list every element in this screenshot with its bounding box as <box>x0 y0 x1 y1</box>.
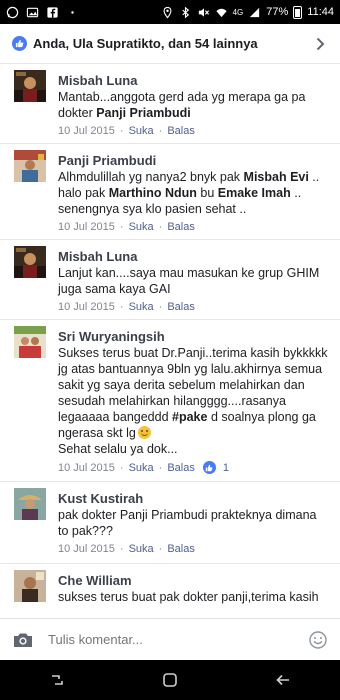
emoji-picker-icon[interactable] <box>308 630 328 650</box>
comment-meta: 10 Jul 2015 · Suka · Balas <box>58 543 195 555</box>
reply-button[interactable]: Balas <box>167 543 195 555</box>
avatar[interactable] <box>14 246 46 278</box>
comment-item: Misbah Luna Lanjut kan....saya mau masuk… <box>0 240 340 320</box>
avatar[interactable] <box>14 70 46 102</box>
mute-icon <box>197 6 210 19</box>
mention-link[interactable]: Emake Imah <box>218 186 291 200</box>
reactions-summary[interactable]: Anda, Ula Supratikto, dan 54 lainnya <box>0 24 340 64</box>
mention-link[interactable]: Marthino Ndun <box>109 186 197 200</box>
like-reaction-icon[interactable] <box>202 461 216 474</box>
recent-apps-icon[interactable] <box>42 665 72 695</box>
comment-date: 10 Jul 2015 <box>58 543 115 555</box>
comment-list[interactable]: Misbah Luna Mantab...anggota gerd ada yg… <box>0 64 340 618</box>
comment-input[interactable] <box>48 632 308 647</box>
avatar[interactable] <box>14 150 46 182</box>
reply-button[interactable]: Balas <box>167 221 195 233</box>
comment-text: pak dokter Panji Priambudi prakteknya di… <box>58 508 317 538</box>
mention-link[interactable]: Misbah Evi <box>244 170 309 184</box>
battery-icon <box>293 5 303 19</box>
comment-date: 10 Jul 2015 <box>58 221 115 233</box>
comment-author[interactable]: Kust Kustirah <box>58 490 330 507</box>
image-icon <box>26 6 39 19</box>
clock: 11:44 <box>307 6 334 18</box>
status-bar: 4G 77% 11:44 <box>0 0 340 24</box>
like-button[interactable]: Suka <box>129 301 154 313</box>
comment-author[interactable]: Che William <box>58 572 330 589</box>
home-icon[interactable] <box>155 665 185 695</box>
like-button[interactable]: Suka <box>129 543 154 555</box>
comment-text: Lanjut kan....saya mau masukan ke grup G… <box>58 266 320 296</box>
comment-author[interactable]: Misbah Luna <box>58 248 330 265</box>
avatar[interactable] <box>14 570 46 602</box>
comment-text: sukses terus buat pak dokter panji,terim… <box>58 590 319 604</box>
back-icon[interactable] <box>268 665 298 695</box>
comment-item: Sri Wuryaningsih Sukses terus buat Dr.Pa… <box>0 320 340 482</box>
comment-text: Alhmdulillah yg nanya2 bnyk pak Misbah E… <box>58 170 320 216</box>
hashtag-link[interactable]: #pake <box>172 410 207 424</box>
comment-meta: 10 Jul 2015 · Suka · Balas <box>58 125 195 137</box>
comment-item: Kust Kustirah pak dokter Panji Priambudi… <box>0 482 340 564</box>
like-button[interactable]: Suka <box>129 462 154 474</box>
reactions-summary-text: Anda, Ula Supratikto, dan 54 lainnya <box>33 36 258 51</box>
battery-percent: 77% <box>266 6 289 18</box>
avatar[interactable] <box>14 326 46 358</box>
comment-item: Misbah Luna Mantab...anggota gerd ada yg… <box>0 64 340 144</box>
location-icon <box>161 6 174 19</box>
comment-meta: 10 Jul 2015 · Suka · Balas <box>58 221 195 233</box>
comment-item: Che William sukses terus buat pak dokter… <box>0 564 340 618</box>
reply-button[interactable]: Balas <box>167 125 195 137</box>
like-button[interactable]: Suka <box>129 125 154 137</box>
comment-date: 10 Jul 2015 <box>58 461 115 474</box>
comment-date: 10 Jul 2015 <box>58 125 115 137</box>
bluetooth-icon <box>179 6 192 19</box>
reply-button[interactable]: Balas <box>167 301 195 313</box>
reply-button[interactable]: Balas <box>167 462 195 474</box>
comment-text: Mantab...anggota gerd ada yg merapa ga p… <box>58 90 306 120</box>
comment-date: 10 Jul 2015 <box>58 301 115 313</box>
mention-link[interactable]: Panji Priambudi <box>96 106 190 120</box>
signal-icon <box>248 6 261 19</box>
smile-emoji-icon <box>137 426 151 439</box>
comment-item: Panji Priambudi Alhmdulillah yg nanya2 b… <box>0 144 340 240</box>
like-button[interactable]: Suka <box>129 221 154 233</box>
like-icon <box>12 36 27 51</box>
facebook-icon <box>46 6 59 19</box>
more-dots-icon <box>66 6 79 19</box>
comment-author[interactable]: Sri Wuryaningsih <box>58 328 330 345</box>
comment-composer <box>0 618 340 660</box>
avatar[interactable] <box>14 488 46 520</box>
camera-icon[interactable] <box>12 629 34 651</box>
comment-meta: 10 Jul 2015 · Suka · Balas 1 <box>58 461 229 474</box>
wifi-icon <box>215 6 228 19</box>
comment-author[interactable]: Misbah Luna <box>58 72 330 89</box>
network-type: 4G <box>232 7 244 17</box>
chevron-right-icon[interactable] <box>312 36 328 52</box>
reaction-count[interactable]: 1 <box>223 462 229 474</box>
system-nav-bar <box>0 660 340 700</box>
comment-meta: 10 Jul 2015 · Suka · Balas <box>58 301 195 313</box>
comment-text: Sukses terus buat Dr.Panji..terima kasih… <box>58 346 328 456</box>
whatsapp-icon <box>6 6 19 19</box>
comment-author[interactable]: Panji Priambudi <box>58 152 330 169</box>
